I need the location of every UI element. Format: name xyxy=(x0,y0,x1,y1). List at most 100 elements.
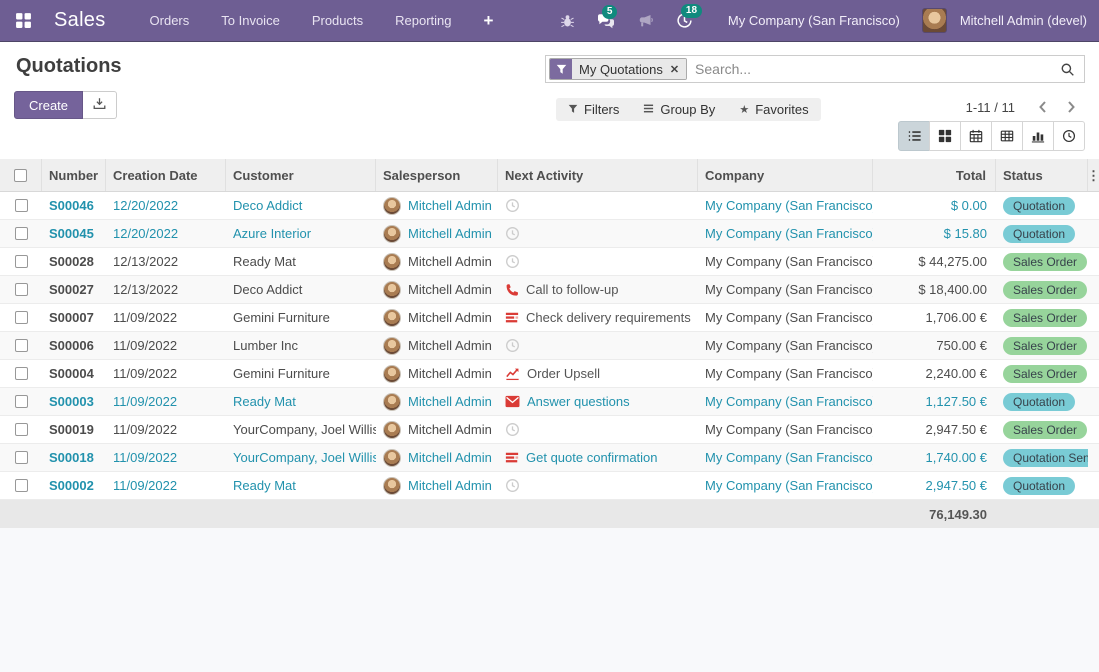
customer-link[interactable]: Ready Mat xyxy=(226,472,376,499)
tasks-activity-icon[interactable] xyxy=(505,311,519,325)
table-row[interactable]: S00006 11/09/2022 Lumber Inc Mitchell Ad… xyxy=(0,332,1099,360)
order-number-link[interactable]: S00019 xyxy=(42,416,106,443)
order-number-link[interactable]: S00018 xyxy=(42,444,106,471)
table-row[interactable]: S00046 12/20/2022 Deco Addict Mitchell A… xyxy=(0,192,1099,220)
company-link[interactable]: My Company (San Francisco) xyxy=(698,444,873,471)
optional-columns-icon[interactable]: ⋮ xyxy=(1088,159,1099,191)
company-link[interactable]: My Company (San Francisco) xyxy=(698,248,873,275)
order-number-link[interactable]: S00028 xyxy=(42,248,106,275)
customer-link[interactable]: Gemini Furniture xyxy=(226,304,376,331)
row-checkbox[interactable] xyxy=(15,255,28,268)
order-number-link[interactable]: S00004 xyxy=(42,360,106,387)
header-customer[interactable]: Customer xyxy=(226,159,376,191)
facet-label-group[interactable]: My Quotations ✕ xyxy=(572,59,686,79)
debug-bug-icon[interactable] xyxy=(551,7,584,34)
view-pivot-button[interactable] xyxy=(991,121,1023,151)
order-number-link[interactable]: S00006 xyxy=(42,332,106,359)
next-activity-cell[interactable] xyxy=(498,220,698,247)
row-checkbox[interactable] xyxy=(15,311,28,324)
table-row[interactable]: S00028 12/13/2022 Ready Mat Mitchell Adm… xyxy=(0,248,1099,276)
search-input[interactable] xyxy=(687,61,1051,77)
customer-link[interactable]: Ready Mat xyxy=(226,388,376,415)
pager-previous-icon[interactable] xyxy=(1031,98,1055,116)
messages-icon[interactable]: 5 xyxy=(588,7,624,35)
row-checkbox[interactable] xyxy=(15,451,28,464)
customer-link[interactable]: YourCompany, Joel Willis xyxy=(226,416,376,443)
customer-link[interactable]: Deco Addict xyxy=(226,276,376,303)
phone-activity-icon[interactable] xyxy=(505,283,519,297)
view-list-button[interactable] xyxy=(898,121,930,151)
user-menu[interactable]: Mitchell Admin (devel) xyxy=(960,13,1087,28)
row-checkbox[interactable] xyxy=(15,395,28,408)
menu-products[interactable]: Products xyxy=(296,2,379,39)
header-status[interactable]: Status xyxy=(996,159,1088,191)
header-next-activity[interactable]: Next Activity xyxy=(498,159,698,191)
next-activity-cell[interactable]: Check delivery requirements xyxy=(498,304,698,331)
next-activity-cell[interactable] xyxy=(498,416,698,443)
next-activity-cell[interactable] xyxy=(498,192,698,219)
groupby-button[interactable]: Group By xyxy=(631,98,727,121)
no-activity-clock-icon[interactable] xyxy=(505,198,520,213)
view-kanban-button[interactable] xyxy=(929,121,961,151)
customer-link[interactable]: Azure Interior xyxy=(226,220,376,247)
customer-link[interactable]: Lumber Inc xyxy=(226,332,376,359)
header-total[interactable]: Total xyxy=(873,159,996,191)
order-number-link[interactable]: S00027 xyxy=(42,276,106,303)
company-link[interactable]: My Company (San Francisco) xyxy=(698,472,873,499)
customer-link[interactable]: Ready Mat xyxy=(226,248,376,275)
next-activity-cell[interactable]: Order Upsell xyxy=(498,360,698,387)
order-number-link[interactable]: S00007 xyxy=(42,304,106,331)
filters-button[interactable]: Filters xyxy=(556,98,631,121)
company-link[interactable]: My Company (San Francisco) xyxy=(698,276,873,303)
company-link[interactable]: My Company (San Francisco) xyxy=(698,332,873,359)
company-link[interactable]: My Company (San Francisco) xyxy=(698,192,873,219)
order-number-link[interactable]: S00002 xyxy=(42,472,106,499)
company-link[interactable]: My Company (San Francisco) xyxy=(698,416,873,443)
company-link[interactable]: My Company (San Francisco) xyxy=(698,360,873,387)
row-checkbox[interactable] xyxy=(15,227,28,240)
view-activity-button[interactable] xyxy=(1053,121,1085,151)
table-row[interactable]: S00007 11/09/2022 Gemini Furniture Mitch… xyxy=(0,304,1099,332)
table-row[interactable]: S00003 11/09/2022 Ready Mat Mitchell Adm… xyxy=(0,388,1099,416)
table-row[interactable]: S00004 11/09/2022 Gemini Furniture Mitch… xyxy=(0,360,1099,388)
order-number-link[interactable]: S00003 xyxy=(42,388,106,415)
table-row[interactable]: S00045 12/20/2022 Azure Interior Mitchel… xyxy=(0,220,1099,248)
row-checkbox[interactable] xyxy=(15,339,28,352)
table-row[interactable]: S00002 11/09/2022 Ready Mat Mitchell Adm… xyxy=(0,472,1099,500)
table-row[interactable]: S00018 11/09/2022 YourCompany, Joel Will… xyxy=(0,444,1099,472)
company-switcher[interactable]: My Company (San Francisco) xyxy=(728,13,900,28)
no-activity-clock-icon[interactable] xyxy=(505,254,520,269)
menu-reporting[interactable]: Reporting xyxy=(379,2,467,39)
next-activity-cell[interactable]: Answer questions xyxy=(498,388,698,415)
no-activity-clock-icon[interactable] xyxy=(505,422,520,437)
customer-link[interactable]: Deco Addict xyxy=(226,192,376,219)
next-activity-cell[interactable] xyxy=(498,332,698,359)
row-checkbox[interactable] xyxy=(15,283,28,296)
no-activity-clock-icon[interactable] xyxy=(505,226,520,241)
facet-remove-icon[interactable]: ✕ xyxy=(670,63,679,76)
user-avatar[interactable] xyxy=(922,8,947,33)
order-number-link[interactable]: S00046 xyxy=(42,192,106,219)
announcement-megaphone-icon[interactable] xyxy=(628,7,663,35)
customer-link[interactable]: YourCompany, Joel Willis xyxy=(226,444,376,471)
next-activity-cell[interactable]: Get quote confirmation xyxy=(498,444,698,471)
next-activity-cell[interactable] xyxy=(498,472,698,499)
upsell-chart-icon[interactable] xyxy=(505,367,520,381)
company-link[interactable]: My Company (San Francisco) xyxy=(698,304,873,331)
email-activity-icon[interactable] xyxy=(505,395,520,408)
next-activity-cell[interactable] xyxy=(498,248,698,275)
header-company[interactable]: Company xyxy=(698,159,873,191)
view-graph-button[interactable] xyxy=(1022,121,1054,151)
no-activity-clock-icon[interactable] xyxy=(505,338,520,353)
no-activity-clock-icon[interactable] xyxy=(505,478,520,493)
select-all-checkbox[interactable] xyxy=(14,169,27,182)
tasks-activity-icon[interactable] xyxy=(505,451,519,465)
table-row[interactable]: S00019 11/09/2022 YourCompany, Joel Will… xyxy=(0,416,1099,444)
activities-clock-icon[interactable]: 18 xyxy=(667,6,702,35)
create-button[interactable]: Create xyxy=(14,91,83,119)
export-button[interactable] xyxy=(83,91,117,119)
search-magnifier-icon[interactable] xyxy=(1051,62,1084,77)
menu-orders[interactable]: Orders xyxy=(134,2,206,39)
header-creation-date[interactable]: Creation Date xyxy=(106,159,226,191)
favorites-button[interactable]: ★ Favorites xyxy=(727,98,820,121)
